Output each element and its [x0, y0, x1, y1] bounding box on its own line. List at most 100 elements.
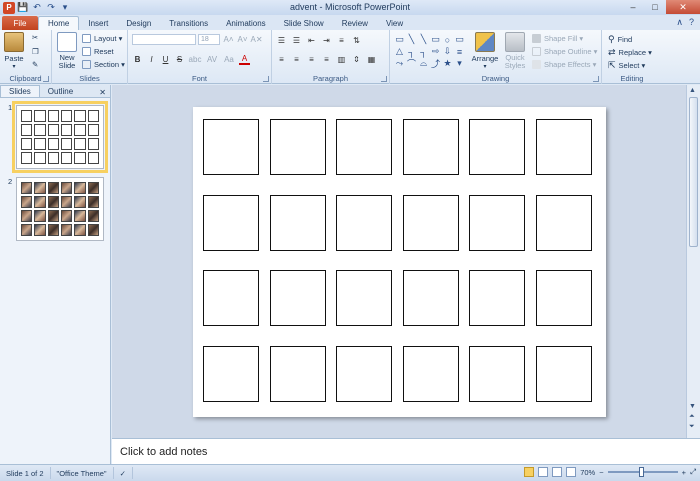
shapes-gallery[interactable]: ▭ ╲ ╲ ▭ ○ ▭ △ ┐ ┐ ⇨ ⇩ ≡ ⤳ ⌒ ⌓ ⤴ ★ ▾ — [394, 34, 464, 70]
slide-box[interactable] — [203, 194, 259, 251]
powerpoint-logo-icon[interactable]: P — [3, 1, 15, 14]
slide-box[interactable] — [336, 345, 392, 402]
slide-sorter-view-button[interactable] — [538, 467, 549, 477]
shape-right-arrow-icon[interactable]: ⇨ — [430, 46, 441, 57]
zoom-slider-knob[interactable] — [638, 467, 644, 477]
tab-transitions[interactable]: Transitions — [160, 16, 217, 30]
replace-button[interactable]: ⇄ Replace ▾ — [608, 47, 652, 58]
reading-view-button[interactable] — [552, 467, 563, 477]
smartart-icon[interactable]: ▦ — [366, 54, 377, 65]
vertical-scrollbar[interactable]: ▲ ▼ ⏶ ⏷ — [686, 85, 700, 438]
slide-box[interactable] — [269, 194, 326, 251]
tab-view[interactable]: View — [377, 16, 412, 30]
shape-rounded-rect-icon[interactable]: ▭ — [454, 34, 465, 45]
align-text-icon[interactable]: ⇕ — [351, 54, 362, 65]
italic-button[interactable]: I — [146, 54, 157, 65]
shape-fill-button[interactable]: Shape Fill ▾ — [532, 34, 583, 43]
font-color-button[interactable]: A — [239, 54, 250, 65]
gallery-more-icon[interactable]: ≡ — [454, 46, 465, 57]
line-spacing-icon[interactable]: ≡ — [336, 35, 347, 46]
maximize-button[interactable]: □ — [644, 0, 666, 14]
shape-curved-arrow-icon[interactable]: ⤳ — [394, 58, 405, 69]
shape-curved-arrow-icon[interactable]: ⤴ — [430, 58, 441, 69]
customize-qat-icon[interactable]: ▾ — [59, 2, 71, 14]
reset-button[interactable]: Reset — [82, 47, 114, 56]
character-spacing-button[interactable]: AV — [205, 54, 219, 65]
gallery-dropdown-icon[interactable]: ▾ — [454, 58, 465, 69]
paste-button[interactable]: Paste ▾ — [4, 32, 24, 70]
shape-outline-button[interactable]: Shape Outline ▾ — [532, 47, 597, 56]
tab-home[interactable]: Home — [38, 16, 80, 30]
shape-rectangle-icon[interactable]: ▭ — [394, 34, 405, 45]
slide-box[interactable] — [336, 194, 392, 251]
fit-to-window-icon[interactable]: ⤢ — [690, 467, 696, 477]
clipboard-launcher-icon[interactable] — [43, 76, 49, 82]
arrange-dropdown-icon[interactable]: ▾ — [483, 63, 486, 70]
bullets-icon[interactable]: ☰ — [276, 35, 287, 46]
slide-box[interactable] — [203, 270, 259, 326]
columns-icon[interactable]: ▥ — [336, 54, 347, 65]
tab-animations[interactable]: Animations — [217, 16, 275, 30]
bold-button[interactable]: B — [132, 54, 143, 65]
shape-rectangle-icon[interactable]: ▭ — [430, 34, 441, 45]
paste-dropdown-icon[interactable]: ▾ — [12, 63, 15, 70]
tab-design[interactable]: Design — [117, 16, 160, 30]
tab-file[interactable]: File — [2, 16, 38, 30]
slide-box[interactable] — [203, 345, 259, 402]
format-painter-button[interactable]: ✎ — [32, 60, 38, 69]
tab-insert[interactable]: Insert — [79, 16, 117, 30]
slide-box[interactable] — [535, 345, 592, 402]
next-slide-icon[interactable]: ⏷ — [689, 423, 695, 431]
select-button[interactable]: ⇱ Select ▾ — [608, 60, 645, 71]
layout-button[interactable]: Layout ▾ — [82, 34, 122, 43]
save-icon[interactable]: 💾 — [17, 2, 29, 14]
slide-box[interactable] — [336, 119, 392, 175]
shape-oval-icon[interactable]: ○ — [442, 34, 453, 45]
shape-line-icon[interactable]: ╲ — [418, 34, 429, 45]
font-name-dropdown[interactable] — [132, 34, 196, 45]
copy-button[interactable]: ❐ — [32, 47, 39, 56]
slide-box[interactable] — [535, 270, 592, 326]
cut-button[interactable]: ✂ — [32, 33, 38, 42]
zoom-out-button[interactable]: − — [599, 468, 603, 477]
close-button[interactable]: ✕ — [666, 0, 700, 14]
notes-pane[interactable]: Click to add notes — [112, 438, 700, 464]
undo-icon[interactable]: ↶ — [31, 2, 43, 14]
new-slide-button[interactable]: New Slide — [55, 32, 79, 70]
slide-box[interactable] — [402, 345, 459, 402]
scroll-down-icon[interactable]: ▼ — [689, 403, 696, 410]
shape-down-arrow-icon[interactable]: ⇩ — [442, 46, 453, 57]
shape-elbow-icon[interactable]: ┐ — [418, 46, 429, 57]
slide-thumbnail-2[interactable] — [16, 177, 104, 241]
align-left-icon[interactable]: ≡ — [276, 54, 287, 65]
text-direction-icon[interactable]: ⇅ — [351, 35, 362, 46]
tab-review[interactable]: Review — [333, 16, 377, 30]
shape-star-icon[interactable]: ★ — [442, 58, 453, 69]
slide-box[interactable] — [269, 345, 326, 402]
slide-thumbnail-1[interactable] — [12, 101, 108, 173]
slide-box[interactable] — [336, 270, 392, 326]
align-center-icon[interactable]: ≡ — [291, 54, 302, 65]
zoom-level[interactable]: 70% — [580, 468, 595, 477]
slide-box[interactable] — [469, 119, 525, 175]
slide-box[interactable] — [402, 194, 459, 251]
slide-box[interactable] — [269, 119, 326, 175]
shape-elbow-icon[interactable]: ┐ — [406, 46, 417, 57]
shape-triangle-icon[interactable]: △ — [394, 46, 405, 57]
underline-button[interactable]: U — [160, 54, 171, 65]
slide-box[interactable] — [469, 270, 525, 326]
font-size-dropdown[interactable]: 18 — [198, 34, 220, 45]
scrollbar-thumb[interactable] — [689, 97, 698, 247]
change-case-button[interactable]: Aa — [222, 54, 236, 65]
shrink-font-button[interactable]: A˅ — [237, 34, 248, 45]
tab-slides[interactable]: Slides — [0, 85, 40, 97]
slide-box[interactable] — [269, 270, 326, 326]
slide-box[interactable] — [402, 270, 459, 326]
theme-name[interactable]: "Office Theme" — [51, 467, 114, 479]
minimize-button[interactable]: – — [622, 0, 644, 14]
shape-arc-icon[interactable]: ⌓ — [418, 58, 429, 69]
arrange-button[interactable]: Arrange ▾ — [470, 32, 500, 70]
tab-outline[interactable]: Outline — [40, 85, 81, 97]
normal-view-button[interactable] — [524, 467, 535, 477]
slide[interactable] — [193, 107, 606, 417]
